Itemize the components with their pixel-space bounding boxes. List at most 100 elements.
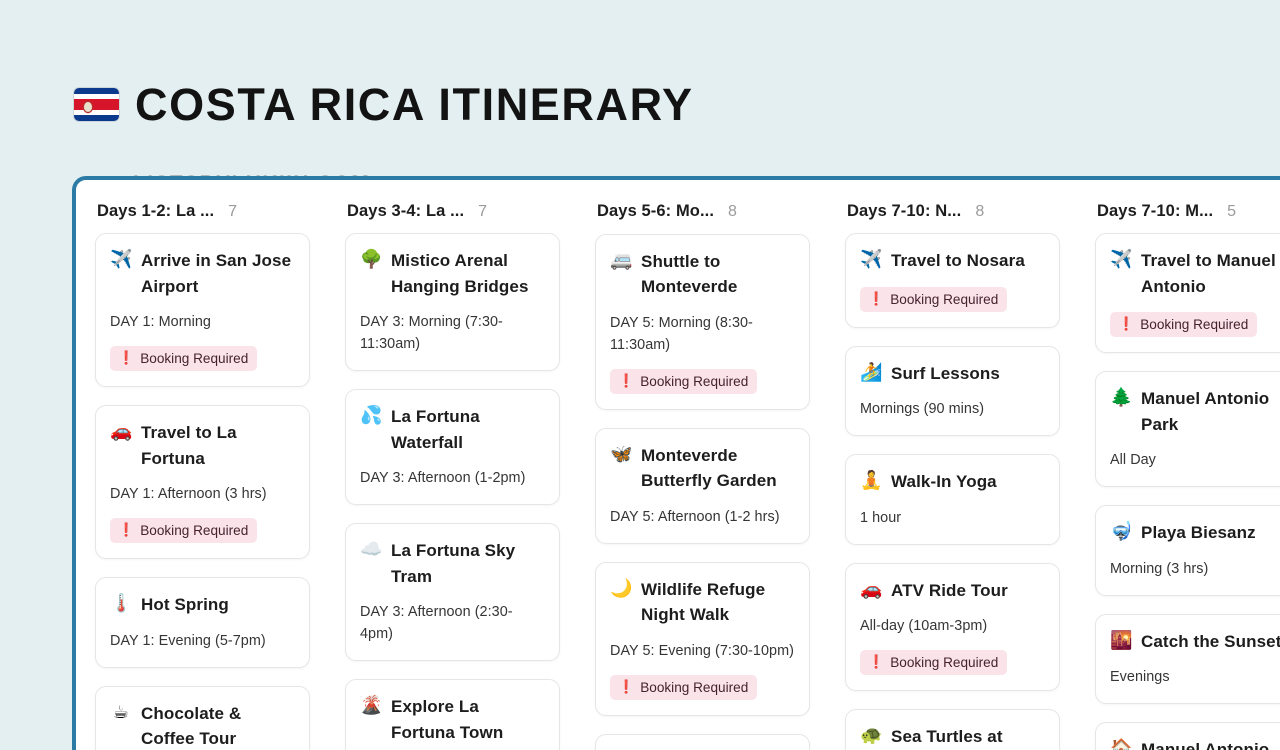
- card-head: ✈️ Arrive in San Jose Airport: [110, 248, 294, 299]
- exclamation-icon: ❗: [118, 523, 135, 538]
- booking-required-badge: ❗ Booking Required: [860, 286, 1008, 312]
- itinerary-card[interactable]: 🚐 Shuttle to Monteverde DAY 5: Morning (8:…: [595, 233, 810, 410]
- badge-label: Booking Required: [890, 655, 999, 670]
- card-detail: All Day: [1110, 452, 1156, 468]
- card-title: Sea Turtles at Ostional Beach: [891, 727, 1003, 746]
- card-detail: DAY 1: Afternoon (3 hrs): [110, 486, 267, 502]
- column-title: Days 3-4: La ...: [347, 202, 465, 220]
- shuttle-van-icon: 🚐: [610, 249, 633, 271]
- card-head: 🏄 Surf Lessons: [860, 361, 1044, 387]
- itinerary-card[interactable]: 🤿 Playa Biesanz Morning (3 hrs): [1095, 505, 1280, 596]
- card-detail: DAY 3: Morning (7:30-11:30am): [360, 314, 503, 352]
- card-detail: DAY 5: Evening (7:30-10pm): [610, 642, 794, 659]
- column-header[interactable]: Days 3-4: La ... 7: [326, 180, 576, 233]
- itinerary-card[interactable]: ✈️ Arrive in San Jose Airport DAY 1: Morni…: [95, 233, 310, 387]
- card-head: 🦋 Monteverde Butterfly Garden: [610, 443, 794, 494]
- card-title: Explore La Fortuna Town: [391, 697, 504, 742]
- exclamation-icon: ❗: [1118, 317, 1135, 332]
- card-detail: DAY 5: Afternoon (1-2 hrs): [610, 508, 780, 525]
- itinerary-card[interactable]: 🚗 Travel to La Fortuna DAY 1: Afternoon (3…: [95, 405, 310, 559]
- card-title: La Fortuna Waterfall: [391, 407, 480, 452]
- card-head: 🚗 ATV Ride Tour: [860, 578, 1044, 604]
- column-header[interactable]: Days 5-6: Mo... 8: [576, 180, 826, 234]
- itinerary-card[interactable]: ☕Chocolate & Coffee TourDAY 2: Morning (…: [95, 685, 310, 750]
- column-header[interactable]: Days 7-10: N... 8: [826, 180, 1076, 233]
- card-detail: DAY 3: Afternoon (1-2pm): [360, 470, 526, 486]
- itinerary-card[interactable]: 🏄 Surf Lessons Mornings (90 mins): [845, 345, 1060, 436]
- itinerary-card[interactable]: 🌳 Mistico Arenal Hanging Bridges DAY 3: Mo…: [345, 233, 560, 371]
- itinerary-card[interactable]: 🌇 Catch the Sunsets Evenings: [1095, 613, 1280, 704]
- itinerary-card[interactable]: 🌲 Manuel Antonio Park All Day: [1095, 371, 1280, 487]
- itinerary-card[interactable]: 🌙 Wildlife Refuge Night Walk DAY 5: Evenin…: [595, 561, 810, 716]
- column-title: Days 5-6: Mo...: [597, 202, 715, 220]
- card-detail: 1 hour: [860, 509, 902, 526]
- page-header: COSTA RICA ITINERARY LISTSBYLUKIIH.COM: [74, 52, 1174, 194]
- board-column: Days 7-10: M... 5 ✈️ Travel to Manuel Anton…: [1076, 180, 1280, 750]
- board-column: Days 1-2: La ... 7 ✈️ Arrive in San Jose Ai…: [76, 180, 326, 750]
- card-head: 🧘 Walk-In Yoga: [860, 469, 1044, 495]
- house-icon: 🏠: [1110, 738, 1133, 750]
- booking-required-badge: ❗ Booking Required: [1110, 312, 1258, 337]
- badge-label: Booking Required: [140, 523, 249, 538]
- badge-label: Booking Required: [140, 351, 249, 366]
- booking-required-badge: ❗ Booking Required: [610, 674, 758, 700]
- itinerary-card[interactable]: ✈️ Travel to Manuel Antonio ❗ Booking Requi…: [1095, 233, 1280, 353]
- exclamation-icon: ❗: [868, 291, 885, 307]
- card-detail: Evenings: [1110, 669, 1170, 685]
- itinerary-card[interactable]: 🌡️ Hot Spring DAY 1: Evening (5-7pm): [95, 577, 310, 668]
- costa-rica-flag-icon: [74, 88, 119, 122]
- coffee-icon: ☕: [112, 701, 130, 723]
- airplane-icon: ✈️: [110, 249, 133, 270]
- itinerary-card[interactable]: ☁️ La Fortuna Sky Tram DAY 3: Afternoon (2…: [345, 523, 560, 661]
- butterfly-icon: 🦋: [610, 443, 633, 465]
- card-title: Travel to Manuel Antonio: [1141, 251, 1276, 296]
- card-detail: Morning (3 hrs): [1110, 560, 1209, 577]
- sunset-icon: 🌇: [1110, 629, 1133, 651]
- card-detail: Mornings (90 mins): [860, 401, 985, 417]
- booking-required-badge: ❗ Booking Required: [110, 346, 258, 371]
- card-title: Chocolate & Coffee Tour: [141, 703, 242, 749]
- itinerary-card[interactable]: 🦋 Monteverde Butterfly Garden DAY 5: After…: [595, 427, 810, 544]
- itinerary-card[interactable]: 🌋Explore La Fortuna TownDay 3: Evening: [345, 679, 560, 750]
- tree-icon: 🌳: [360, 249, 383, 270]
- card-head: 🌡️ Hot Spring: [110, 592, 294, 618]
- itinerary-card[interactable]: [595, 733, 810, 750]
- card-head: 🌲 Manuel Antonio Park: [1110, 386, 1280, 437]
- itinerary-card[interactable]: ✈️ Travel to Nosara ❗ Booking Required: [845, 233, 1060, 328]
- column-card-list: ✈️ Arrive in San Jose Airport DAY 1: Morni…: [76, 233, 326, 750]
- card-title: Shuttle to Monteverde: [641, 251, 738, 297]
- airplane-icon: ✈️: [1110, 249, 1133, 270]
- card-detail: All-day (10am-3pm): [860, 618, 988, 634]
- itinerary-card[interactable]: 🐢 Sea Turtles at Ostional Beach: [845, 709, 1060, 750]
- column-card-list: ✈️ Travel to Manuel Antonio ❗ Booking Requi…: [1076, 233, 1280, 750]
- turtle-icon: 🐢: [860, 725, 883, 746]
- itinerary-card[interactable]: 🏠 Manuel Antonio Housing: [1095, 722, 1280, 750]
- column-header[interactable]: Days 7-10: M... 5: [1076, 180, 1280, 233]
- column-count: 7: [228, 203, 238, 220]
- itinerary-card[interactable]: 🧘 Walk-In Yoga 1 hour: [845, 454, 1060, 545]
- card-title: Playa Biesanz: [1141, 523, 1256, 542]
- column-card-list: 🚐 Shuttle to Monteverde DAY 5: Morning (8:…: [576, 233, 826, 750]
- booking-required-badge: ❗ Booking Required: [860, 650, 1008, 675]
- column-count: 7: [478, 203, 488, 220]
- card-head: 🌇 Catch the Sunsets: [1110, 629, 1280, 655]
- badge-label: Booking Required: [1140, 317, 1249, 332]
- card-head: ☕ Chocolate & Coffee Tour: [110, 701, 294, 750]
- car-icon: 🚗: [110, 421, 133, 442]
- card-detail: DAY 3: Afternoon (2:30-4pm): [360, 604, 513, 642]
- booking-required-badge: ❗ Booking Required: [110, 518, 258, 543]
- itinerary-board: Days 1-2: La ... 7 ✈️ Arrive in San Jose Ai…: [72, 176, 1280, 750]
- exclamation-icon: ❗: [118, 351, 135, 366]
- card-title: Travel to Nosara: [891, 251, 1025, 270]
- card-title: Walk-In Yoga: [891, 472, 997, 491]
- column-count: 5: [1227, 203, 1237, 220]
- column-header[interactable]: Days 1-2: La ... 7: [76, 180, 326, 233]
- surfer-icon: 🏄: [860, 361, 883, 383]
- card-title: La Fortuna Sky Tram: [391, 541, 516, 586]
- card-detail: DAY 1: Morning: [110, 314, 211, 330]
- booking-required-badge: ❗ Booking Required: [610, 368, 758, 394]
- exclamation-icon: ❗: [618, 373, 635, 389]
- itinerary-card[interactable]: 💦 La Fortuna Waterfall DAY 3: Afternoon (1…: [345, 389, 560, 505]
- card-detail: DAY 5: Morning (8:30-11:30am): [610, 314, 753, 353]
- itinerary-card[interactable]: 🚗 ATV Ride Tour All-day (10am-3pm) ❗ Booking…: [845, 562, 1060, 691]
